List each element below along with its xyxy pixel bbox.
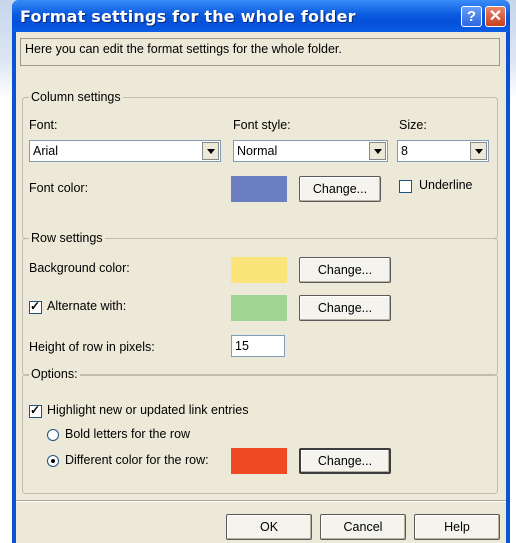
underline-checkbox[interactable] <box>399 180 412 193</box>
chevron-down-icon[interactable] <box>369 142 386 160</box>
font-color-swatch <box>231 176 287 202</box>
font-style-select[interactable]: Normal <box>233 140 388 162</box>
font-select[interactable]: Arial <box>29 140 221 162</box>
row-settings-group: Row settings Background color: Change...… <box>22 231 498 376</box>
font-color-label: Font color: <box>29 181 89 195</box>
chevron-down-icon[interactable] <box>202 142 219 160</box>
chevron-down-icon[interactable] <box>470 142 487 160</box>
options-group: Options: ✓ Highlight new or updated link… <box>22 367 498 494</box>
font-style-value: Normal <box>237 144 278 158</box>
row-height-input[interactable]: 15 <box>231 335 285 357</box>
title-bar[interactable]: Format settings for the whole folder ? ✕ <box>12 0 510 32</box>
row-color-swatch <box>231 448 287 474</box>
font-label: Font: <box>29 118 58 132</box>
dialog-client: Here you can edit the format settings fo… <box>16 32 506 543</box>
close-icon[interactable]: ✕ <box>485 6 506 27</box>
background-color-label: Background color: <box>29 261 130 275</box>
size-select[interactable]: 8 <box>397 140 489 162</box>
font-color-change-button[interactable]: Change... <box>299 176 381 202</box>
highlight-label: Highlight new or updated link entries <box>47 403 249 417</box>
alternate-checkbox[interactable]: ✓ <box>29 299 42 314</box>
size-label: Size: <box>399 118 427 132</box>
ok-button[interactable]: OK <box>226 514 312 540</box>
alternate-change-button[interactable]: Change... <box>299 295 391 321</box>
different-color-radio[interactable] <box>47 455 59 467</box>
dialog-window: Format settings for the whole folder ? ✕… <box>12 0 510 543</box>
help-icon[interactable]: ? <box>461 6 482 27</box>
font-value: Arial <box>33 144 59 158</box>
footer-separator <box>16 500 506 502</box>
row-height-label: Height of row in pixels: <box>29 340 155 354</box>
size-value: 8 <box>401 144 408 158</box>
font-style-label: Font style: <box>233 118 291 132</box>
column-settings-group: Column settings Font: Arial Font style: … <box>22 90 498 239</box>
background-change-button[interactable]: Change... <box>299 257 391 283</box>
alternate-label: Alternate with: <box>47 299 127 313</box>
background-color-swatch <box>231 257 287 283</box>
row-color-change-button[interactable]: Change... <box>299 448 391 474</box>
column-settings-title: Column settings <box>29 90 123 104</box>
different-color-label: Different color for the row: <box>65 453 209 467</box>
window-title: Format settings for the whole folder <box>20 7 356 26</box>
options-title: Options: <box>29 367 80 381</box>
info-text: Here you can edit the format settings fo… <box>20 38 500 66</box>
cancel-button[interactable]: Cancel <box>320 514 406 540</box>
help-button[interactable]: Help <box>414 514 500 540</box>
highlight-checkbox[interactable]: ✓ <box>29 403 42 418</box>
alternate-color-swatch <box>231 295 287 321</box>
underline-label: Underline <box>419 178 473 192</box>
bold-radio[interactable] <box>47 429 59 441</box>
row-settings-title: Row settings <box>29 231 105 245</box>
bold-label: Bold letters for the row <box>65 427 191 441</box>
